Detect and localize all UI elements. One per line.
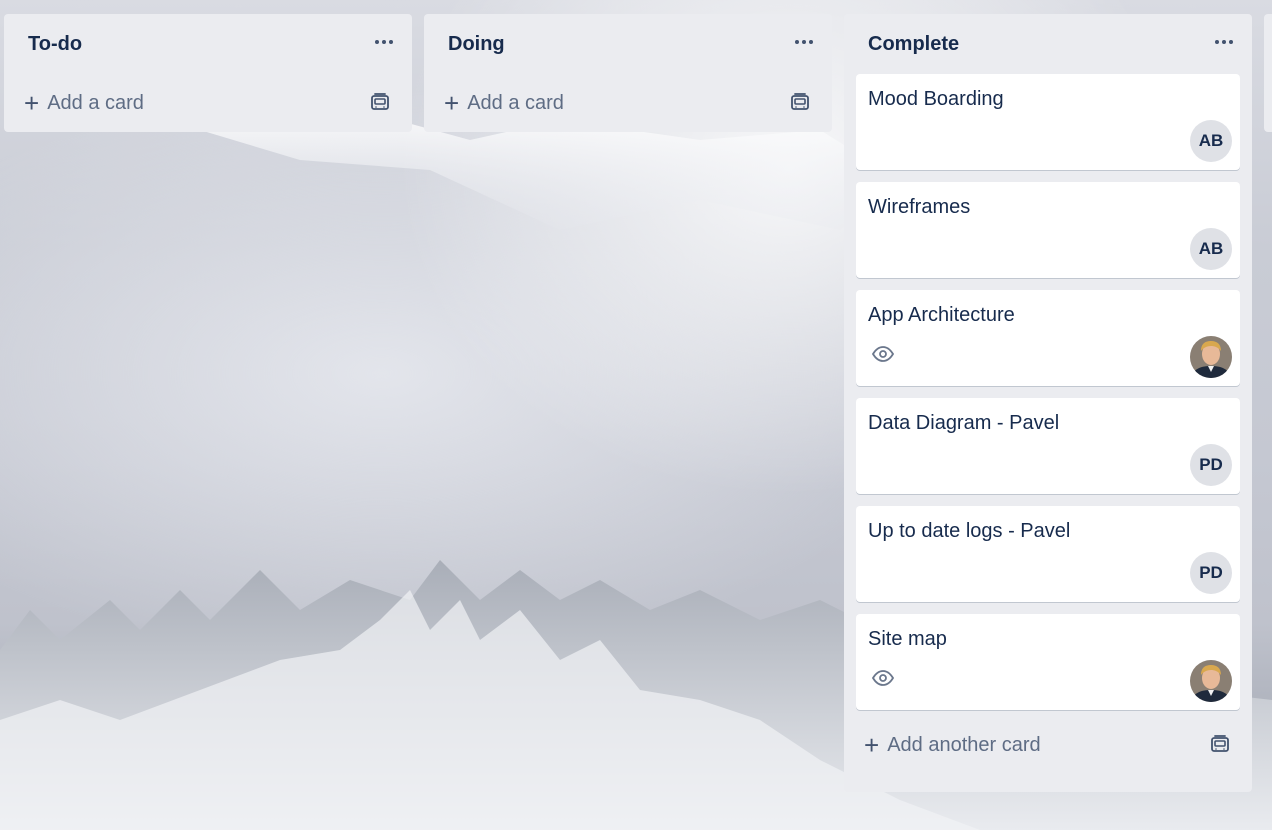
add-card-label: Add another card bbox=[887, 733, 1041, 756]
add-card-label: Add a card bbox=[47, 91, 144, 114]
eye-icon bbox=[872, 346, 894, 362]
ellipsis-icon bbox=[389, 40, 393, 44]
add-card-label: Add a card bbox=[467, 91, 564, 114]
avatar[interactable]: PD bbox=[1190, 444, 1232, 486]
card[interactable]: App Architecture bbox=[856, 290, 1240, 386]
ellipsis-icon bbox=[802, 40, 806, 44]
plus-icon: + bbox=[864, 730, 880, 760]
ellipsis-icon bbox=[375, 40, 379, 44]
list-title[interactable]: Doing bbox=[448, 33, 505, 56]
card-title: App Architecture bbox=[868, 304, 1015, 326]
ellipsis-icon bbox=[1229, 40, 1233, 44]
list-header: Complete bbox=[844, 14, 1252, 74]
add-card-button[interactable]: + Add a card bbox=[444, 85, 564, 121]
plus-icon: + bbox=[24, 88, 40, 118]
list-complete: Complete Mood Boarding AB Wireframes AB … bbox=[844, 14, 1252, 792]
ellipsis-icon bbox=[1222, 40, 1226, 44]
list-title[interactable]: To-do bbox=[28, 33, 82, 56]
card[interactable]: Data Diagram - Pavel PD bbox=[856, 398, 1240, 494]
list-menu-button[interactable] bbox=[788, 30, 820, 54]
eye-icon bbox=[872, 670, 894, 686]
card-title: Site map bbox=[868, 628, 947, 650]
avatar-photo[interactable] bbox=[1190, 660, 1232, 702]
card-title: Mood Boarding bbox=[868, 88, 1004, 110]
card-title: Up to date logs - Pavel bbox=[868, 520, 1071, 542]
ellipsis-icon bbox=[1215, 40, 1219, 44]
card[interactable]: Wireframes AB bbox=[856, 182, 1240, 278]
person-photo-icon bbox=[1190, 336, 1232, 378]
list-doing: Doing + Add a card bbox=[424, 14, 832, 132]
ellipsis-icon bbox=[382, 40, 386, 44]
card-template-icon[interactable] bbox=[788, 90, 812, 114]
list-menu-button[interactable] bbox=[368, 30, 400, 54]
ellipsis-icon bbox=[795, 40, 799, 44]
card[interactable]: Up to date logs - Pavel PD bbox=[856, 506, 1240, 602]
card-list: Mood Boarding AB Wireframes AB App Archi… bbox=[844, 74, 1252, 710]
list-to-do: To-do + Add a card bbox=[4, 14, 412, 132]
add-card-button[interactable]: + Add a card bbox=[24, 85, 144, 121]
avatar[interactable]: AB bbox=[1190, 228, 1232, 270]
list-footer: + Add a card bbox=[424, 74, 832, 132]
card-template-icon[interactable] bbox=[368, 90, 392, 114]
list-footer: + Add another card bbox=[844, 722, 1252, 792]
ellipsis-icon bbox=[809, 40, 813, 44]
list-header: To-do bbox=[4, 14, 412, 74]
plus-icon: + bbox=[444, 88, 460, 118]
card-template-icon[interactable] bbox=[1208, 732, 1232, 756]
list-title[interactable]: Complete bbox=[868, 33, 959, 56]
card[interactable]: Mood Boarding AB bbox=[856, 74, 1240, 170]
person-photo-icon bbox=[1190, 660, 1232, 702]
card[interactable]: Site map bbox=[856, 614, 1240, 710]
next-list-partial[interactable] bbox=[1264, 14, 1272, 132]
list-footer: + Add a card bbox=[4, 74, 412, 132]
add-card-button[interactable]: + Add another card bbox=[864, 727, 1041, 763]
avatar-photo[interactable] bbox=[1190, 336, 1232, 378]
card-title: Data Diagram - Pavel bbox=[868, 412, 1060, 434]
avatar[interactable]: AB bbox=[1190, 120, 1232, 162]
card-title: Wireframes bbox=[868, 196, 971, 218]
list-header: Doing bbox=[424, 14, 832, 74]
avatar[interactable]: PD bbox=[1190, 552, 1232, 594]
list-menu-button[interactable] bbox=[1208, 30, 1240, 54]
